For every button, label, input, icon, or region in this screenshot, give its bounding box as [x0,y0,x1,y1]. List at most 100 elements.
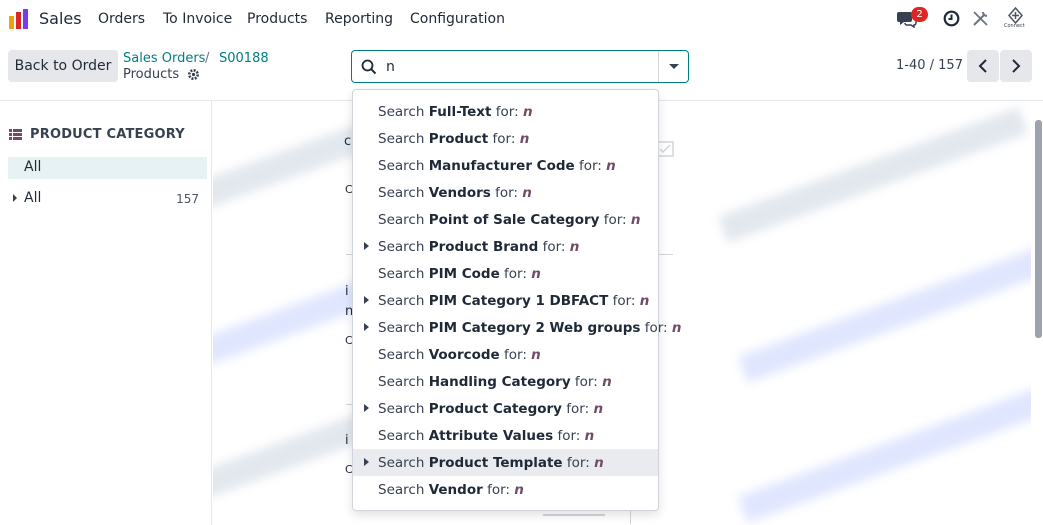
search-suggestion-item[interactable]: Search Product Template for: n [353,449,658,476]
search-query-value: n [514,482,524,498]
search-field-name: Full-Text [428,104,492,120]
search-prefix: Search [378,482,425,498]
search-suggestion-item[interactable]: Search PIM Category 2 Web groups for: n [353,314,681,341]
breadcrumb-order[interactable]: S00188 [219,51,269,66]
search-query-value: n [593,401,604,417]
search-suggestion-item[interactable]: Search Product for: n [353,125,658,152]
search-suffix: for: [574,374,598,390]
search-prefix: Search [378,212,425,228]
search-suggestion-item[interactable]: Search PIM Code for: n [353,260,658,287]
search-field-name: PIM Category 1 DBFACT [428,293,609,309]
app-name[interactable]: Sales [39,9,82,28]
menu-orders[interactable]: Orders [98,11,145,27]
message-count-badge: 2 [911,7,928,22]
search-field-name: Product Category [428,401,562,417]
expand-caret-icon[interactable] [364,242,369,250]
search-suggestion-label: Search Product Template for: n [378,455,604,471]
search-options-toggle[interactable] [658,51,688,82]
tools-icon[interactable] [972,10,989,27]
menu-configuration[interactable]: Configuration [410,11,505,27]
search-field-name: Vendors [428,185,491,201]
menu-products[interactable]: Products [247,11,307,27]
search-suffix: for: [612,293,636,309]
search-prefix: Search [378,158,425,174]
card-divider [543,514,605,516]
menu-to-invoice[interactable]: To Invoice [163,11,232,27]
expand-caret-icon[interactable] [364,458,369,466]
search-suffix: for: [542,239,566,255]
search-suggestion-label: Search Attribute Values for: n [378,428,594,444]
search-suggestion-label: Search Full-Text for: n [378,104,533,120]
search-query-value: n [522,185,532,201]
blurred-stripe [737,387,1031,523]
search-query-value: n [639,293,650,309]
connect-label: Connect [1004,23,1025,29]
pager-previous-button[interactable] [967,50,999,82]
search-suggestion-item[interactable]: Search Vendor for: n [353,476,658,503]
search-suggestion-item[interactable]: Search Vendors for: n [353,179,658,206]
search-suggestion-label: Search Vendor for: n [378,482,524,498]
search-suggestion-item[interactable]: Search Product Brand for: n [353,233,658,260]
sales-app-icon[interactable] [8,8,30,30]
search-suggestion-label: Search Manufacturer Code for: n [378,158,616,174]
search-suffix: for: [495,185,518,201]
card-fragment: i [345,433,349,448]
search-query-value: n [531,266,541,282]
category-label: All [24,190,42,206]
search-prefix: Search [378,185,425,201]
search-field-name: Attribute Values [428,428,554,444]
expand-caret-icon[interactable] [364,323,369,331]
search-suggestion-label: Search PIM Category 2 Web groups for: n [378,320,681,336]
search-suggestion-item[interactable]: Search Handling Category for: n [353,368,658,395]
pager-next-button[interactable] [1000,50,1032,82]
search-query-value: n [594,455,604,471]
search-suggestion-item[interactable]: Search PIM Category 1 DBFACT for: n [353,287,658,314]
search-suggestion-item[interactable]: Search Manufacturer Code for: n [353,152,658,179]
search-suggestion-label: Search Vendors for: n [378,185,532,201]
activity-clock-icon[interactable] [943,10,960,27]
search-suggestion-label: Search PIM Code for: n [378,266,541,282]
search-query-value: n [630,212,641,228]
search-suggestion-item[interactable]: Search Point of Sale Category for: n [353,206,658,233]
search-suffix: for: [566,401,590,417]
expand-caret-icon[interactable] [364,404,369,412]
search-suggestion-label: Search Voorcode for: n [378,347,541,363]
chevron-left-icon [978,59,987,73]
search-suggestion-item[interactable]: Search Full-Text for: n [353,98,658,125]
category-all-selected[interactable]: All [8,157,207,179]
search-prefix: Search [378,428,425,444]
breadcrumb-separator: / [205,51,210,66]
back-to-order-button[interactable]: Back to Order [8,50,118,82]
search-query-value: n [671,320,682,336]
breadcrumb-sales-orders[interactable]: Sales Orders [123,51,205,66]
search-suggestion-item[interactable]: Search Voorcode for: n [353,341,658,368]
search-prefix: Search [378,347,425,363]
search-suggestion-item[interactable]: Search Product Category for: n [353,395,658,422]
connect-icon[interactable] [1007,7,1024,24]
card-fragment: c [344,134,352,149]
card-fragment: i [345,284,349,299]
caret-right-icon[interactable] [13,194,17,202]
category-row-all[interactable]: All 157 [8,189,207,209]
search-input[interactable] [386,57,636,77]
scrollbar[interactable] [1035,120,1042,338]
search-prefix: Search [378,131,425,147]
search-suffix: for: [578,158,602,174]
search-prefix: Search [378,401,425,417]
search-field-name: Vendor [428,482,483,498]
blurred-stripe [737,247,1031,383]
search-prefix: Search [378,293,425,309]
search-suffix: for: [495,104,519,120]
menu-reporting[interactable]: Reporting [325,11,393,27]
search-suffix: for: [504,347,527,363]
search-bar [351,50,689,83]
expand-caret-icon[interactable] [364,296,369,304]
gear-icon[interactable] [187,68,200,81]
search-suffix: for: [504,266,527,282]
search-query-value: n [569,239,580,255]
search-prefix: Search [378,320,425,336]
search-query-value: n [522,104,533,120]
category-sidebar: PRODUCT CATEGORY All All 157 [0,101,212,525]
pager-value[interactable]: 1-40 / 157 [896,58,963,73]
search-suggestion-item[interactable]: Search Attribute Values for: n [353,422,658,449]
